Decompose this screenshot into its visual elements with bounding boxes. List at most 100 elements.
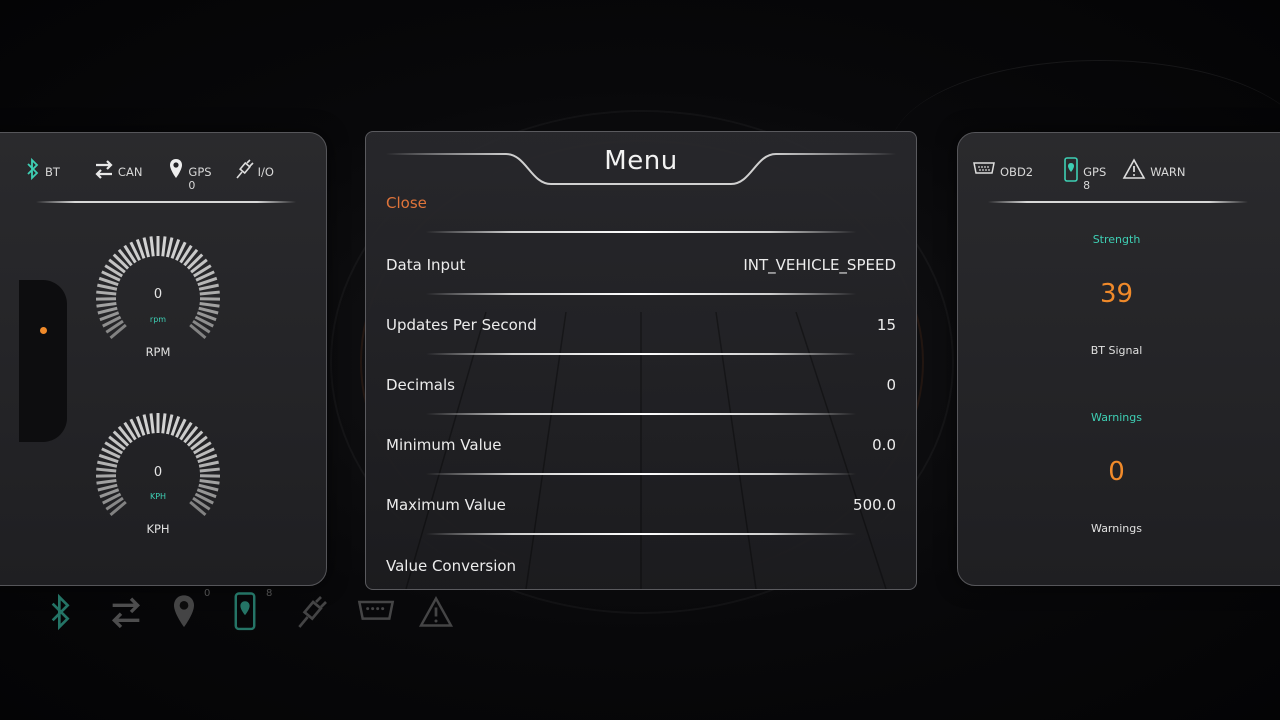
status-can-label: CAN <box>117 165 143 179</box>
right-panel-divider <box>988 201 1248 203</box>
dock-phone-gps[interactable]: 8 <box>226 588 288 638</box>
warning-triangle-icon <box>1122 158 1146 179</box>
transfer-arrows-icon <box>95 160 113 179</box>
gauge-tick <box>149 236 155 257</box>
menu-row-label: Value Conversion <box>386 557 517 575</box>
plug-icon <box>298 596 327 628</box>
gauge-tick <box>161 236 167 257</box>
gauge-tick <box>97 483 118 492</box>
gauge-tick <box>198 306 219 315</box>
rpm-gauge: 0 rpm RPM <box>93 233 223 363</box>
status-gps-count: 0 <box>188 179 196 192</box>
kph-gauge-unit: KPH <box>149 492 167 501</box>
dock-gps-badge: 0 <box>204 588 211 599</box>
menu-separator <box>426 413 856 415</box>
dock-can[interactable] <box>102 588 164 638</box>
menu-row-minimum-value[interactable]: Minimum Value 0.0 <box>366 423 916 467</box>
menu-separator <box>426 231 856 233</box>
kph-gauge: 0 KPH KPH <box>93 410 223 540</box>
gauge-tick <box>142 414 151 435</box>
status-warn[interactable]: WARN <box>1122 157 1185 181</box>
plug-icon <box>235 159 254 179</box>
status-obd2[interactable]: OBD2 <box>972 157 1033 181</box>
side-indicator-dot <box>40 327 47 334</box>
bluetooth-icon <box>51 593 70 631</box>
dock-gps[interactable]: 0 <box>164 588 226 638</box>
close-button[interactable]: Close <box>386 194 427 212</box>
menu-row-value: 0 <box>886 376 896 394</box>
status-io[interactable]: I/O <box>234 157 274 181</box>
gauge-tick <box>96 478 117 485</box>
dock-obd2[interactable] <box>350 588 412 638</box>
warnings-value: 0 <box>1108 457 1125 487</box>
status-gps-label: GPS <box>188 165 212 179</box>
dock-phone-gps-badge: 8 <box>266 588 273 599</box>
dock-io[interactable] <box>288 588 350 638</box>
menu-row-value-conversion[interactable]: Value Conversion <box>366 544 916 588</box>
menu-separator <box>426 533 856 535</box>
status-can[interactable]: CAN <box>94 157 143 181</box>
menu-row-maximum-value[interactable]: Maximum Value 500.0 <box>366 483 916 527</box>
phone-location-icon <box>1064 157 1078 182</box>
left-panel-divider <box>36 201 296 203</box>
strength-title: Strength <box>1092 233 1141 246</box>
gauge-tick <box>198 483 219 492</box>
gauge-tick <box>199 301 220 308</box>
menu-row-value: INT_VEHICLE_SPEED <box>743 256 896 274</box>
menu-row-data-input[interactable]: Data Input INT_VEHICLE_SPEED <box>366 243 916 287</box>
status-io-label: I/O <box>257 165 274 179</box>
bottom-dock: 0 8 <box>40 588 474 638</box>
menu-separator <box>426 293 856 295</box>
menu-row-decimals[interactable]: Decimals 0 <box>366 363 916 407</box>
dock-warn[interactable] <box>412 588 474 638</box>
menu-separator <box>426 353 856 355</box>
gauge-tick <box>96 301 117 308</box>
gauge-tick <box>199 478 220 485</box>
status-obd2-label: OBD2 <box>1000 165 1034 179</box>
kph-gauge-label: KPH <box>146 522 170 536</box>
transfer-arrows-icon <box>111 597 141 629</box>
strength-value: 39 <box>1099 279 1134 309</box>
status-gps-right-text: GPS 8 <box>1083 165 1106 193</box>
status-gps-right[interactable]: GPS 8 <box>1063 157 1106 193</box>
side-handle[interactable] <box>19 280 67 442</box>
kph-gauge-value: 0 <box>153 465 163 480</box>
dashboard-screen: BT CAN GPS 0 I/O 0 rpm RPM 0 KPH KPH OBD… <box>0 0 1280 720</box>
menu-row-value: 15 <box>876 316 896 334</box>
right-status-row: OBD2 GPS 8 WARN <box>972 157 1207 193</box>
dock-bluetooth[interactable] <box>40 588 102 638</box>
right-status-panel: OBD2 GPS 8 WARN Strength 39 BT Signal Wa… <box>957 132 1280 586</box>
gauge-tick <box>161 413 167 434</box>
gauge-tick <box>97 306 118 315</box>
menu-separator <box>426 473 856 475</box>
menu-row-label: Decimals <box>386 376 455 394</box>
status-bt[interactable]: BT <box>25 157 60 181</box>
rpm-gauge-label: RPM <box>145 345 171 359</box>
obd-port-icon <box>357 600 395 620</box>
settings-menu: Menu Close Data Input INT_VEHICLE_SPEED … <box>365 131 917 590</box>
menu-title: Menu <box>604 146 678 176</box>
menu-row-label: Maximum Value <box>386 496 506 514</box>
strength-caption: BT Signal <box>1090 344 1143 357</box>
menu-row-label: Updates Per Second <box>386 316 537 334</box>
menu-row-label: Minimum Value <box>386 436 502 454</box>
status-gps-text: GPS 0 <box>188 165 211 193</box>
menu-row-value: 500.0 <box>853 496 896 514</box>
status-gps[interactable]: GPS 0 <box>168 157 212 193</box>
menu-row-updates-per-second[interactable]: Updates Per Second 15 <box>366 303 916 347</box>
warnings-title: Warnings <box>1091 411 1142 424</box>
gauge-tick <box>142 237 151 258</box>
location-pin-icon <box>170 159 183 178</box>
gauge-tick <box>165 237 174 258</box>
warnings-caption: Warnings <box>1091 522 1142 535</box>
menu-row-value: 0.0 <box>872 436 896 454</box>
gauge-tick <box>165 414 174 435</box>
status-warn-label: WARN <box>1150 165 1186 179</box>
status-gps-right-count: 8 <box>1083 179 1091 192</box>
status-bt-label: BT <box>45 165 60 179</box>
obd-port-icon <box>973 162 995 174</box>
rpm-gauge-value: 0 <box>153 287 163 302</box>
rpm-gauge-unit: rpm <box>149 315 167 324</box>
left-status-row: BT CAN GPS 0 I/O <box>25 157 296 193</box>
warning-triangle-icon <box>418 596 454 627</box>
